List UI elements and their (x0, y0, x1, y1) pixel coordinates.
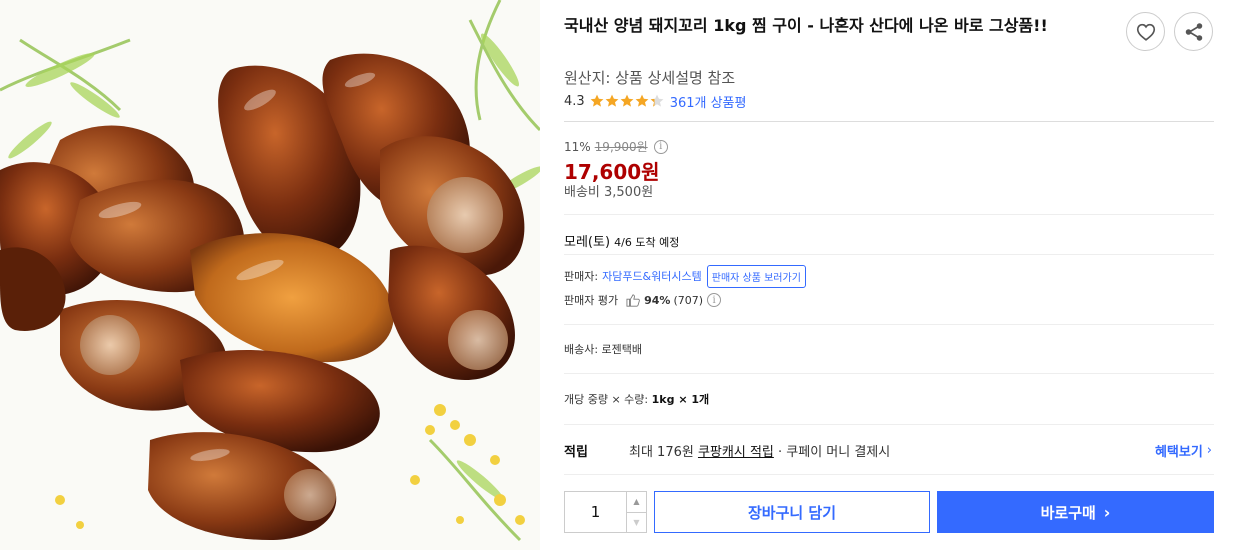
origin-text: 원산지: 상품 상세설명 참조 (564, 69, 736, 87)
divider (564, 121, 1214, 122)
star-icon (650, 94, 664, 107)
seller-rating-label: 판매자 평가 (564, 294, 619, 307)
buy-now-label: 바로구매 (1040, 503, 1096, 522)
seller-label: 판매자: (564, 270, 599, 283)
arrival-estimate: 모레(토) 4/6 도착 예정 (564, 231, 679, 250)
original-price: 19,900원 (594, 140, 648, 154)
divider (564, 214, 1214, 215)
add-to-cart-button[interactable]: 장바구니 담기 (654, 491, 930, 533)
share-button[interactable] (1174, 12, 1213, 51)
seller-rating-row: 판매자 평가 94% (707) i (564, 292, 722, 308)
quantity-decrease-button[interactable]: ▼ (627, 513, 646, 533)
share-icon (1185, 22, 1202, 41)
quantity-increase-button[interactable]: ▲ (627, 492, 646, 513)
quantity-input[interactable] (565, 492, 627, 532)
wishlist-button[interactable] (1126, 12, 1165, 51)
product-photo (0, 0, 540, 542)
arrival-detail: 4/6 도착 예정 (614, 236, 680, 249)
divider (564, 254, 1214, 255)
reward-prefix: 최대 176원 (629, 445, 694, 460)
reward-suffix: · 쿠페이 머니 결제시 (778, 445, 891, 460)
review-count-link[interactable]: 361개 상품평 (670, 92, 747, 111)
benefits-more-link[interactable]: 혜택보기 › (1155, 441, 1212, 460)
star-icon (590, 94, 604, 107)
star-icon (620, 94, 634, 107)
option-value: 1kg × 1개 (651, 393, 710, 406)
product-image (0, 0, 540, 550)
discount-rate: 11% (564, 139, 591, 154)
rating-score: 4.3 (564, 93, 585, 109)
buy-now-button[interactable]: 바로구매 › (937, 491, 1214, 533)
star-icon (605, 94, 619, 107)
seller-rating-count: (707) (673, 293, 704, 307)
coupang-cash-link[interactable]: 쿠팡캐시 적립 (698, 445, 774, 460)
star-icon (635, 94, 649, 107)
seller-row: 판매자: 자담푸드&워터시스템 판매자 상품 보러가기 (564, 264, 806, 288)
courier-text: 배송사: 로젠택배 (564, 343, 643, 356)
divider (564, 474, 1214, 475)
info-icon[interactable]: i (707, 293, 722, 307)
rating-row: 4.3 361개 상품평 (564, 92, 747, 111)
divider (564, 424, 1214, 425)
chevron-right-icon: › (1206, 443, 1212, 458)
option-label: 개당 중량 × 수량: (564, 393, 649, 406)
reward-text: 최대 176원 쿠팡캐시 적립 · 쿠페이 머니 결제시 (629, 441, 890, 460)
divider (564, 373, 1214, 374)
seller-products-button[interactable]: 판매자 상품 보러가기 (706, 264, 806, 288)
seller-name-link[interactable]: 자담푸드&워터시스템 (602, 268, 702, 284)
heart-icon (1136, 23, 1155, 41)
thumbs-up-icon (626, 293, 640, 307)
product-title: 국내산 양념 돼지꼬리 1kg 찜 구이 - 나혼자 산다에 나온 바로 그상품… (564, 16, 1048, 35)
option-row: 개당 중량 × 수량: 1kg × 1개 (564, 391, 709, 407)
benefits-more-label: 혜택보기 (1154, 445, 1203, 460)
divider (564, 324, 1214, 325)
seller-rating-percent: 94% (644, 293, 671, 307)
shipping-fee: 배송비 3,500원 (564, 185, 654, 200)
info-icon[interactable]: i (653, 139, 668, 154)
quantity-arrows: ▲ ▼ (627, 492, 646, 532)
reward-label: 적립 (564, 445, 588, 460)
rating-stars (590, 94, 665, 108)
quantity-stepper: ▲ ▼ (564, 491, 647, 533)
chevron-right-icon: › (1103, 502, 1111, 522)
product-info-panel: 국내산 양념 돼지꼬리 1kg 찜 구이 - 나혼자 산다에 나온 바로 그상품… (564, 0, 1214, 550)
arrival-day: 모레(토) (564, 235, 611, 250)
discount-row: 11% 19,900원 i (564, 138, 668, 155)
